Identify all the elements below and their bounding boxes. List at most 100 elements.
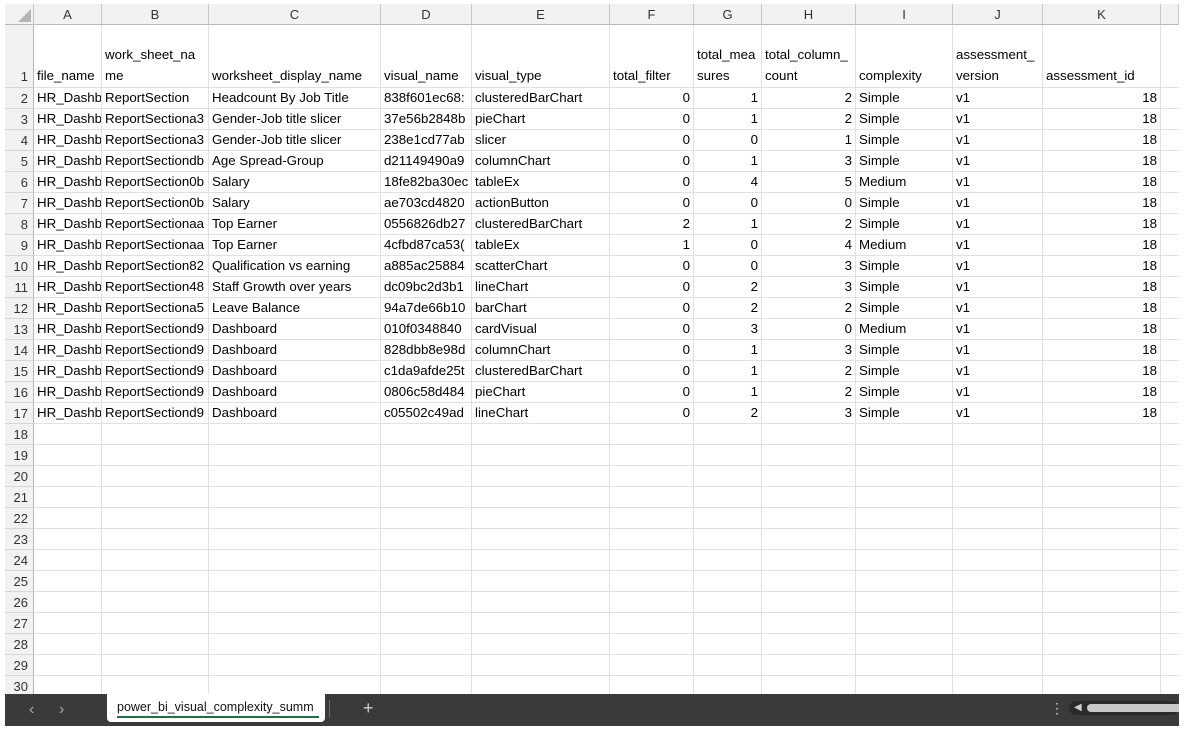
column-header-g[interactable]: G bbox=[694, 4, 762, 25]
column-header-h[interactable]: H bbox=[762, 4, 856, 25]
table-cell[interactable]: 2 bbox=[694, 277, 762, 298]
table-cell[interactable]: Medium bbox=[856, 319, 953, 340]
table-cell[interactable] bbox=[34, 592, 102, 613]
table-cell[interactable]: 18 bbox=[1043, 403, 1161, 424]
table-cell[interactable]: 4 bbox=[694, 172, 762, 193]
table-cell[interactable] bbox=[856, 487, 953, 508]
table-cell[interactable]: Simple bbox=[856, 130, 953, 151]
table-cell[interactable] bbox=[381, 571, 472, 592]
table-cell[interactable] bbox=[953, 550, 1043, 571]
row-header[interactable]: 12 bbox=[5, 298, 34, 319]
table-cell[interactable]: ReportSection bbox=[102, 88, 209, 109]
table-cell[interactable] bbox=[694, 592, 762, 613]
table-cell[interactable] bbox=[34, 424, 102, 445]
table-cell[interactable] bbox=[472, 550, 610, 571]
table-cell[interactable] bbox=[610, 571, 694, 592]
table-cell[interactable] bbox=[209, 571, 381, 592]
table-cell[interactable] bbox=[102, 613, 209, 634]
table-cell[interactable] bbox=[34, 571, 102, 592]
table-cell[interactable] bbox=[953, 655, 1043, 676]
table-cell[interactable]: Simple bbox=[856, 277, 953, 298]
table-cell[interactable]: dc09bc2d3b1 bbox=[381, 277, 472, 298]
table-cell[interactable]: Simple bbox=[856, 298, 953, 319]
table-cell[interactable]: 1 bbox=[610, 235, 694, 256]
table-cell[interactable]: 0 bbox=[694, 235, 762, 256]
table-cell[interactable] bbox=[610, 529, 694, 550]
table-cell[interactable] bbox=[1043, 508, 1161, 529]
table-cell[interactable]: v1 bbox=[953, 340, 1043, 361]
table-cell[interactable]: v1 bbox=[953, 277, 1043, 298]
table-cell[interactable] bbox=[610, 655, 694, 676]
table-cell[interactable]: ReportSectiond9 bbox=[102, 340, 209, 361]
table-cell[interactable] bbox=[762, 466, 856, 487]
table-cell[interactable]: 5 bbox=[762, 172, 856, 193]
table-cell[interactable] bbox=[472, 655, 610, 676]
table-cell[interactable]: ReportSectiona3 bbox=[102, 109, 209, 130]
column-header-c[interactable]: C bbox=[209, 4, 381, 25]
row-header[interactable]: 20 bbox=[5, 466, 34, 487]
table-cell[interactable]: v1 bbox=[953, 298, 1043, 319]
row-header[interactable]: 4 bbox=[5, 130, 34, 151]
table-cell[interactable] bbox=[610, 634, 694, 655]
row-header[interactable]: 8 bbox=[5, 214, 34, 235]
header-cell[interactable]: complexity bbox=[856, 25, 953, 88]
table-cell[interactable] bbox=[856, 529, 953, 550]
table-cell[interactable] bbox=[953, 424, 1043, 445]
table-cell[interactable] bbox=[610, 487, 694, 508]
row-header[interactable]: 15 bbox=[5, 361, 34, 382]
table-cell[interactable] bbox=[610, 508, 694, 529]
table-cell[interactable]: 0 bbox=[694, 130, 762, 151]
table-cell[interactable]: lineChart bbox=[472, 277, 610, 298]
table-cell[interactable] bbox=[762, 634, 856, 655]
table-cell[interactable]: actionButton bbox=[472, 193, 610, 214]
row-header[interactable]: 3 bbox=[5, 109, 34, 130]
horizontal-scrollbar[interactable]: ◀ bbox=[1069, 701, 1179, 715]
table-cell[interactable] bbox=[102, 508, 209, 529]
table-cell[interactable] bbox=[472, 508, 610, 529]
table-cell[interactable] bbox=[694, 529, 762, 550]
table-cell[interactable]: v1 bbox=[953, 256, 1043, 277]
table-cell[interactable]: Dashboard bbox=[209, 361, 381, 382]
table-cell[interactable] bbox=[610, 424, 694, 445]
table-cell[interactable] bbox=[762, 550, 856, 571]
table-cell[interactable] bbox=[856, 571, 953, 592]
header-cell[interactable]: assessment_id bbox=[1043, 25, 1161, 88]
table-cell[interactable] bbox=[953, 466, 1043, 487]
table-cell[interactable] bbox=[694, 571, 762, 592]
table-cell[interactable]: 0 bbox=[762, 193, 856, 214]
table-cell[interactable] bbox=[1043, 529, 1161, 550]
table-cell[interactable] bbox=[610, 592, 694, 613]
table-cell[interactable]: Dashboard bbox=[209, 340, 381, 361]
table-cell[interactable] bbox=[472, 529, 610, 550]
table-cell[interactable] bbox=[472, 445, 610, 466]
table-cell[interactable]: 18 bbox=[1043, 130, 1161, 151]
table-cell[interactable] bbox=[610, 466, 694, 487]
next-sheet-button[interactable]: › bbox=[59, 701, 64, 719]
row-header[interactable]: 1 bbox=[5, 25, 34, 88]
column-header-f[interactable]: F bbox=[610, 4, 694, 25]
table-cell[interactable]: 18 bbox=[1043, 319, 1161, 340]
table-cell[interactable] bbox=[381, 592, 472, 613]
table-cell[interactable] bbox=[472, 487, 610, 508]
table-cell[interactable] bbox=[34, 550, 102, 571]
table-cell[interactable]: 0 bbox=[610, 193, 694, 214]
table-cell[interactable]: v1 bbox=[953, 403, 1043, 424]
table-cell[interactable]: pieChart bbox=[472, 382, 610, 403]
table-cell[interactable] bbox=[209, 487, 381, 508]
table-cell[interactable]: ReportSectionaa bbox=[102, 214, 209, 235]
table-cell[interactable]: Salary bbox=[209, 172, 381, 193]
table-cell[interactable]: ReportSectiona5 bbox=[102, 298, 209, 319]
table-cell[interactable]: 0 bbox=[762, 319, 856, 340]
table-cell[interactable] bbox=[1043, 550, 1161, 571]
table-cell[interactable]: ReportSectiond9 bbox=[102, 382, 209, 403]
table-cell[interactable]: slicer bbox=[472, 130, 610, 151]
table-cell[interactable] bbox=[953, 529, 1043, 550]
table-cell[interactable]: 2 bbox=[762, 214, 856, 235]
table-cell[interactable] bbox=[1043, 634, 1161, 655]
table-cell[interactable] bbox=[1043, 655, 1161, 676]
table-cell[interactable]: Simple bbox=[856, 256, 953, 277]
column-header-k[interactable]: K bbox=[1043, 4, 1161, 25]
row-header[interactable]: 17 bbox=[5, 403, 34, 424]
table-cell[interactable]: ae703cd4820 bbox=[381, 193, 472, 214]
table-cell[interactable]: ReportSection82 bbox=[102, 256, 209, 277]
